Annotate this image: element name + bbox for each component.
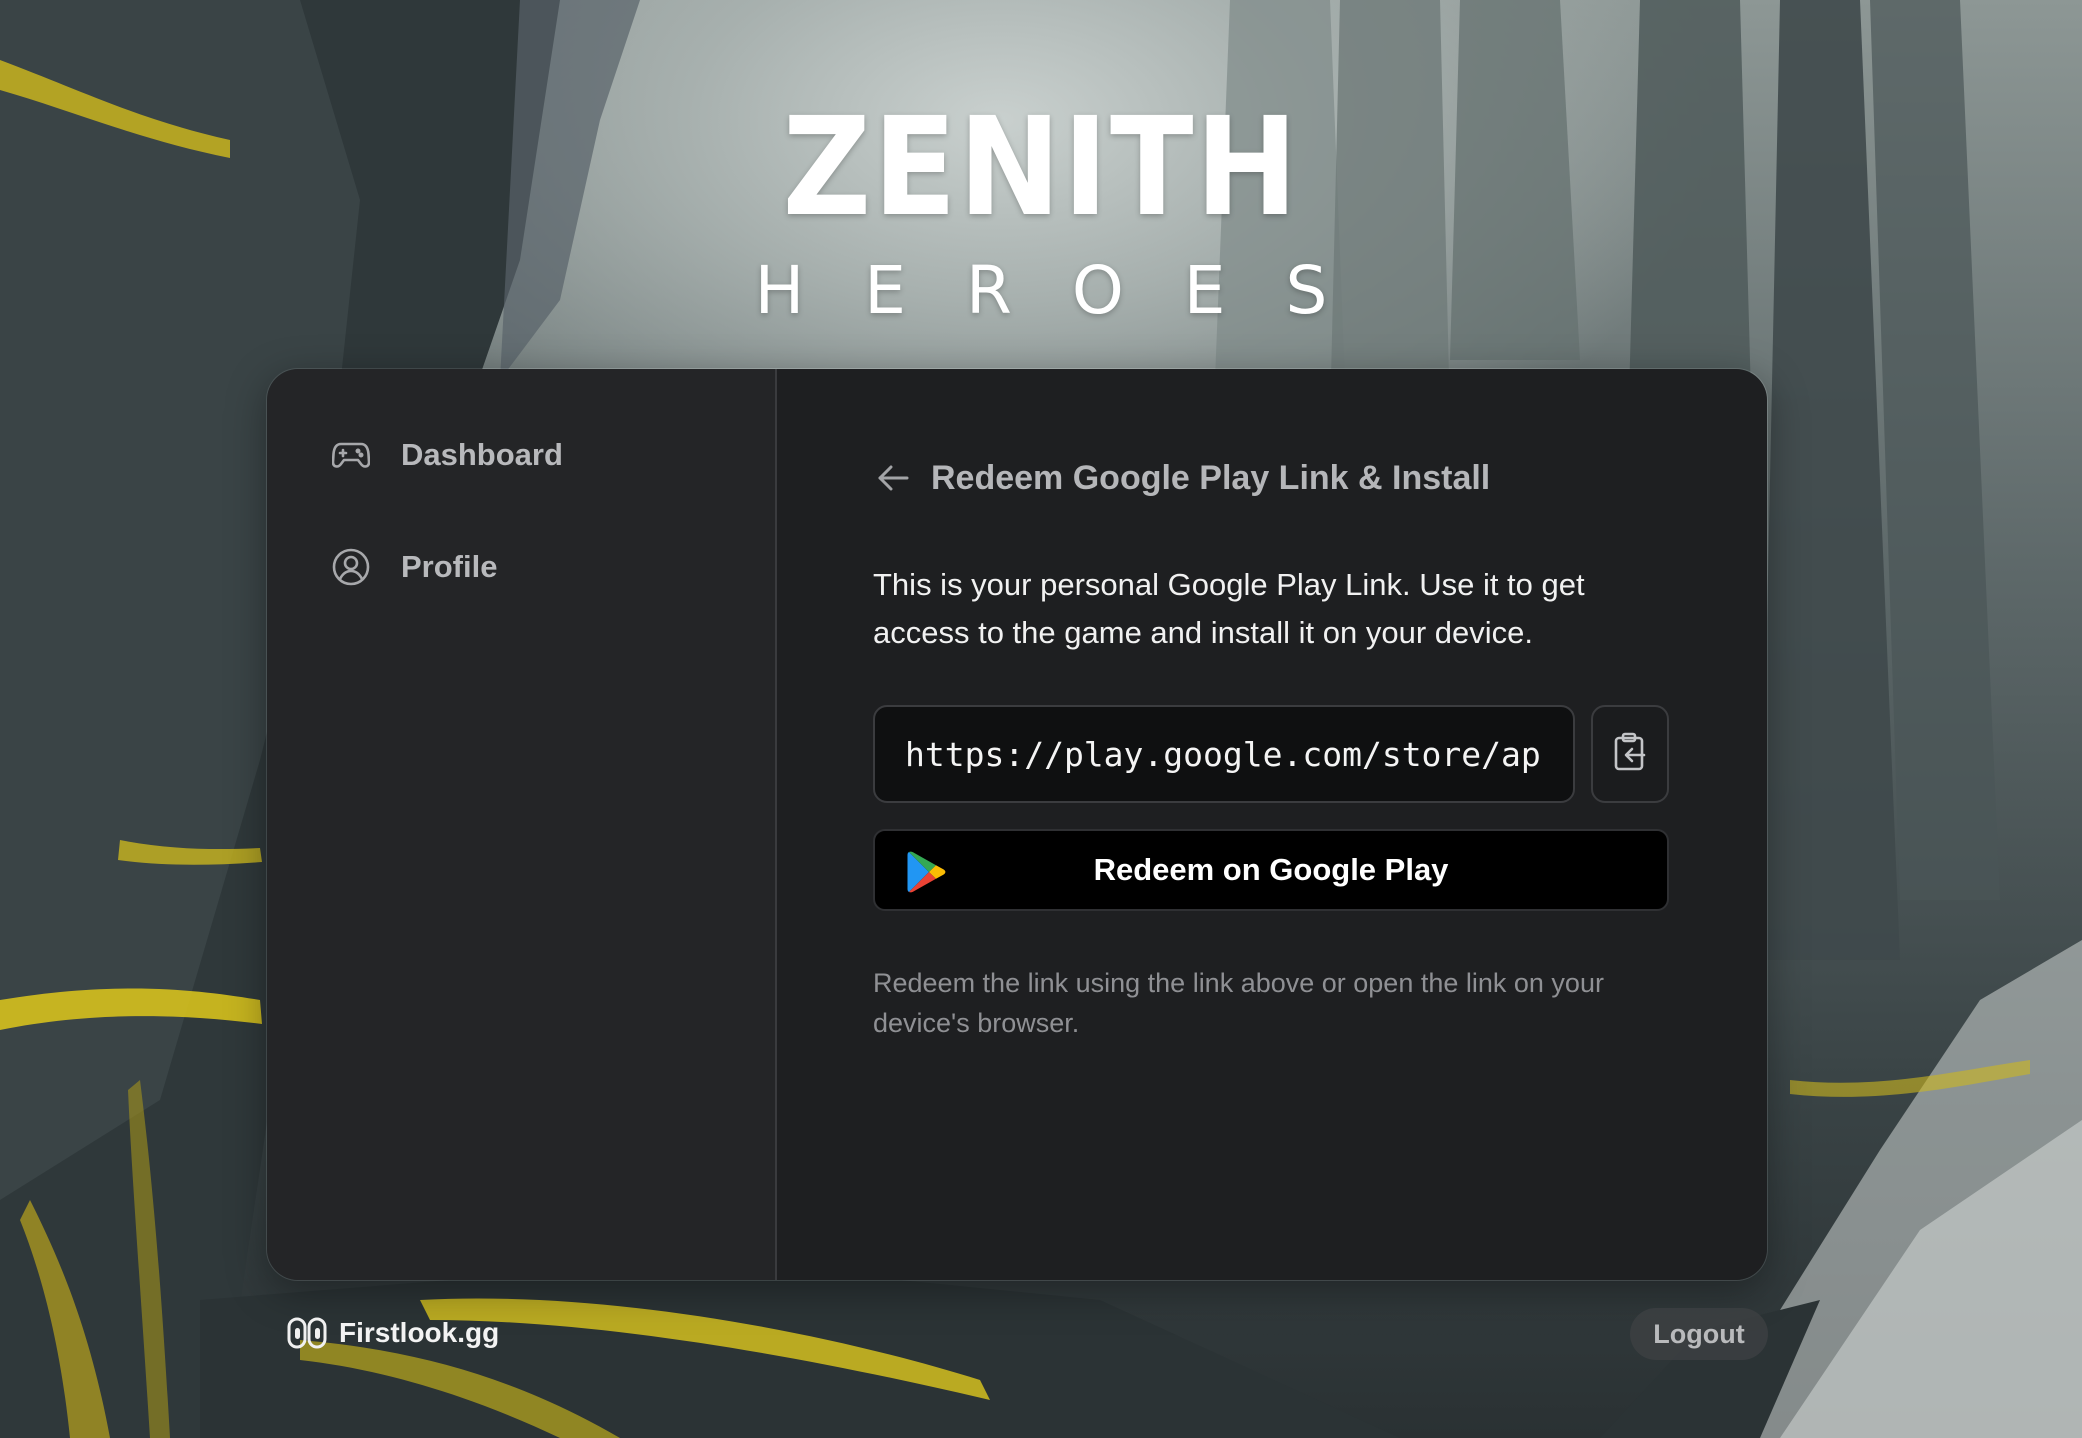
redeem-google-play-button[interactable]: Redeem on Google Play [873,829,1669,911]
sidebar-item-dashboard[interactable]: Dashboard [267,425,775,485]
description-text: This is your personal Google Play Link. … [873,567,1585,650]
help-text: Redeem the link using the link above or … [873,968,1604,1038]
page-header: Redeem Google Play Link & Install [873,453,1767,503]
user-circle-icon [331,547,371,587]
sidebar: Dashboard Profile [267,369,777,1280]
logout-button[interactable]: Logout [1630,1308,1768,1360]
sidebar-item-label: Profile [401,549,498,584]
google-play-link-input[interactable] [873,705,1575,803]
main-content: Redeem Google Play Link & Install This i… [777,369,1767,1280]
logo-title: ZENITH [782,89,1300,247]
logo-subtitle: HEROES [754,252,1388,329]
redeem-button-label: Redeem on Google Play [1093,852,1449,887]
firstlook-logo-icon [287,1317,327,1349]
firstlook-brand[interactable]: Firstlook.gg [287,1313,499,1353]
clipboard-icon [1613,732,1647,777]
gamepad-icon [331,435,371,475]
google-play-icon [907,850,947,894]
brand-name: Firstlook.gg [339,1317,500,1348]
sidebar-item-profile[interactable]: Profile [267,537,775,597]
game-logo: ZENITH HEROES [0,100,2082,324]
page-title: Redeem Google Play Link & Install [931,458,1491,497]
main-card: Dashboard Profile Redeem Google Play Lin… [266,368,1768,1281]
sidebar-item-label: Dashboard [401,437,563,472]
copy-link-button[interactable] [1591,705,1669,803]
link-row [873,705,1767,803]
back-arrow-icon[interactable] [873,458,913,498]
